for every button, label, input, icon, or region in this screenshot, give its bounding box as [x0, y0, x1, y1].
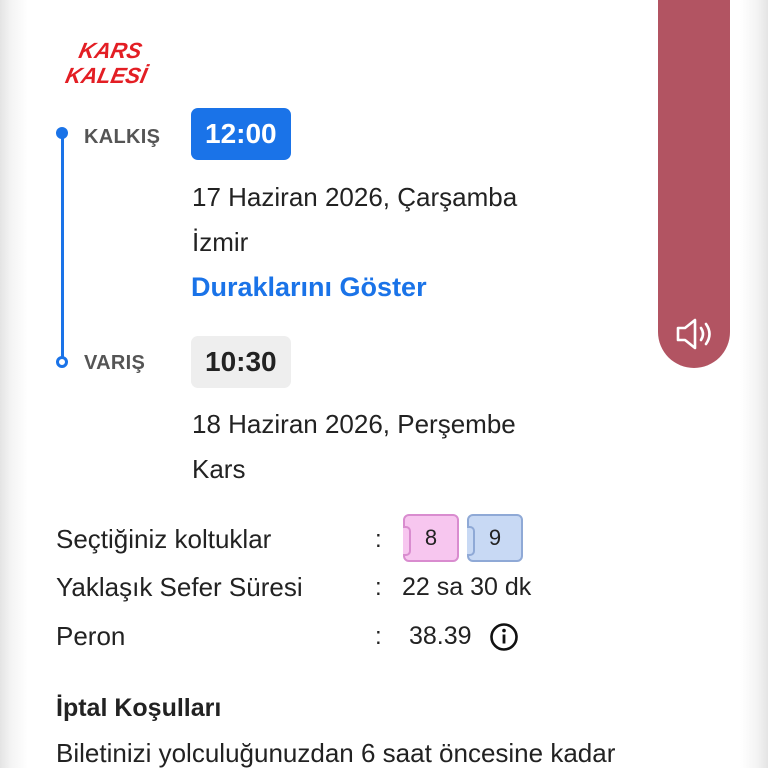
seats-colon: : — [375, 526, 382, 553]
platform-label: Peron — [56, 621, 126, 651]
seats-label: Seçtiğiniz koltuklar — [56, 524, 272, 554]
departure-time: 12:00 — [191, 108, 291, 160]
seat-back-shape — [467, 526, 475, 556]
departure-date: 17 Haziran 2026, Çarşamba — [192, 182, 518, 212]
duration-colon: : — [375, 574, 382, 601]
arrival-date: 18 Haziran 2026, Perşembe — [192, 409, 516, 439]
logo-text-line2: KALESİ — [63, 63, 151, 88]
seat-number: 9 — [488, 525, 502, 550]
departure-dot — [56, 127, 68, 139]
duration-label: Yaklaşık Sefer Süresi — [56, 572, 303, 602]
platform-value: 38.39 — [409, 622, 472, 650]
logo-text-line1: KARS — [77, 38, 145, 63]
card-shadow-right — [740, 0, 768, 768]
departure-city: İzmir — [192, 227, 249, 257]
info-icon[interactable] — [489, 622, 519, 652]
cancellation-title: İptal Koşulları — [56, 694, 222, 722]
arrival-city: Kars — [192, 454, 246, 484]
arrival-dot — [56, 356, 68, 368]
seat-number: 8 — [424, 525, 438, 550]
cancellation-text: Biletinizi yolculuğunuzdan 6 saat öncesi… — [56, 738, 616, 768]
show-stops-link[interactable]: Duraklarını Göster — [191, 272, 427, 303]
seat-badge-female: 8 — [403, 514, 459, 562]
audio-accessibility-tab[interactable] — [658, 0, 730, 368]
seat-back-shape — [403, 526, 411, 556]
card-shadow-left — [0, 0, 28, 768]
company-logo: KARS KALESİ — [62, 38, 208, 88]
speaker-icon — [676, 318, 711, 350]
arrival-time: 10:30 — [191, 336, 291, 388]
route-timeline — [61, 133, 64, 363]
seat-badge-male: 9 — [467, 514, 523, 562]
duration-value: 22 sa 30 dk — [402, 573, 532, 601]
trip-detail-card — [28, 0, 740, 768]
arrival-label: VARIŞ — [84, 352, 146, 374]
departure-label: KALKIŞ — [84, 126, 161, 148]
platform-colon: : — [375, 623, 382, 650]
